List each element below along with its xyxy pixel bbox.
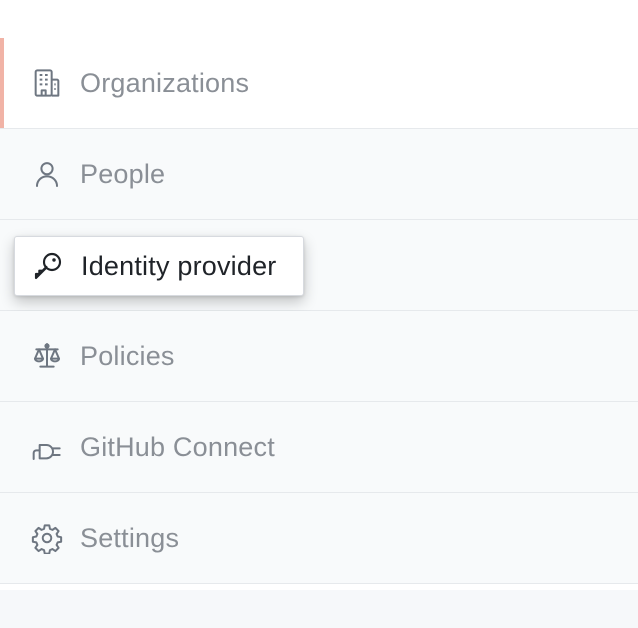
organization-icon bbox=[30, 66, 64, 100]
sidebar-item-github-connect[interactable]: GitHub Connect bbox=[0, 402, 638, 493]
gear-icon bbox=[30, 521, 64, 555]
top-bar bbox=[0, 0, 638, 39]
sidebar-item-organizations[interactable]: Organizations bbox=[0, 38, 638, 129]
sidebar-item-label: Organizations bbox=[80, 67, 250, 98]
sidebar-footer-area bbox=[0, 590, 638, 628]
key-icon bbox=[31, 249, 65, 283]
sidebar-item-policies[interactable]: Policies bbox=[0, 311, 638, 402]
sidebar-item-label: Settings bbox=[80, 522, 180, 553]
sidebar-item-settings[interactable]: Settings bbox=[0, 493, 638, 584]
sidebar-item-label: Policies bbox=[80, 340, 175, 371]
sidebar-item-identity-provider[interactable]: Identity provider bbox=[0, 220, 638, 311]
person-icon bbox=[30, 157, 64, 191]
sidebar-item-label: People bbox=[80, 158, 166, 189]
sidebar-item-people[interactable]: People bbox=[0, 129, 638, 220]
plug-icon bbox=[30, 430, 64, 464]
law-icon bbox=[30, 339, 64, 373]
sidebar-item-label: GitHub Connect bbox=[80, 431, 275, 462]
enterprise-sidebar-menu: Organizations People Identity provider P… bbox=[0, 38, 638, 584]
sidebar-item-label: Identity provider bbox=[81, 250, 277, 281]
identity-provider-callout[interactable]: Identity provider bbox=[14, 236, 304, 296]
